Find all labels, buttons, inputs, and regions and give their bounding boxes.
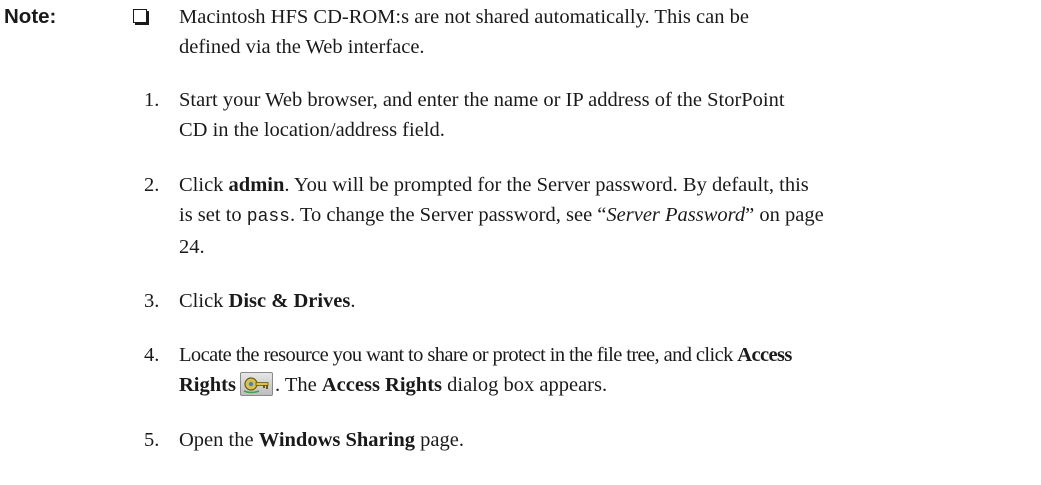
step-text: Click admin. You will be prompted for th… xyxy=(179,170,979,262)
note-label: Note: xyxy=(4,5,57,28)
ui-term-rights: Rights xyxy=(179,374,236,396)
step-text-line: Open the Windows Sharing page. xyxy=(179,425,979,455)
step-text: Open the Windows Sharing page. xyxy=(179,425,979,455)
cross-reference-link[interactable]: Server Password xyxy=(606,204,745,226)
step-text-line: Rights . The Access Rights dialog box app… xyxy=(179,370,979,400)
text-run: page. xyxy=(415,429,464,451)
note-text: Macintosh HFS CD-ROM:s are not shared au… xyxy=(179,2,919,62)
ui-term-disc-drives: Disc & Drives xyxy=(228,290,351,312)
text-run: dialog box appears. xyxy=(442,374,608,396)
step-number: 3. xyxy=(144,290,160,312)
note-text-line: defined via the Web interface. xyxy=(179,36,425,58)
step-text: Click Disc & Drives. xyxy=(179,286,979,316)
step-number: 4. xyxy=(144,344,160,366)
text-run: Open the xyxy=(179,429,259,451)
text-run: . To change the Server password, see “ xyxy=(290,204,607,226)
text-run: . You will be prompted for the Server pa… xyxy=(284,174,809,196)
ui-term-admin: admin xyxy=(228,174,285,196)
key-icon xyxy=(243,377,269,394)
step-text: Locate the resource you want to share or… xyxy=(179,340,979,400)
step-number: 1. xyxy=(144,89,160,111)
step-text-line: CD in the location/address field. xyxy=(179,119,445,141)
text-run: Click xyxy=(179,174,229,196)
step-text-line: Click Disc & Drives. xyxy=(179,286,979,316)
text-run: . xyxy=(350,290,356,312)
step-text-line: Click admin. You will be prompted for th… xyxy=(179,170,979,200)
text-run: Click xyxy=(179,290,229,312)
step-number: 5. xyxy=(144,429,160,451)
step-text-line: 24. xyxy=(179,236,205,258)
ui-term-access: Access xyxy=(737,344,792,366)
default-password-code: pass xyxy=(246,207,290,227)
text-run: is set to xyxy=(179,204,247,226)
text-run: ” on page xyxy=(745,204,824,226)
note-text-line: Macintosh HFS CD-ROM:s are not shared au… xyxy=(179,6,749,28)
ui-term-access-rights: Access Rights xyxy=(321,374,442,396)
step-text-line: Locate the resource you want to share or… xyxy=(179,340,979,370)
text-run: . The xyxy=(274,374,322,396)
access-rights-key-icon xyxy=(239,372,273,396)
note-checkbox-bullet-icon xyxy=(133,9,147,23)
step-text: Start your Web browser, and enter the na… xyxy=(179,85,979,145)
step-number: 2. xyxy=(144,174,160,196)
step-text-line: is set to pass. To change the Server pas… xyxy=(179,200,979,232)
text-run: Locate the resource you want to share or… xyxy=(179,344,738,366)
step-text-line: Start your Web browser, and enter the na… xyxy=(179,89,785,111)
ui-term-windows-sharing: Windows Sharing xyxy=(258,429,415,451)
